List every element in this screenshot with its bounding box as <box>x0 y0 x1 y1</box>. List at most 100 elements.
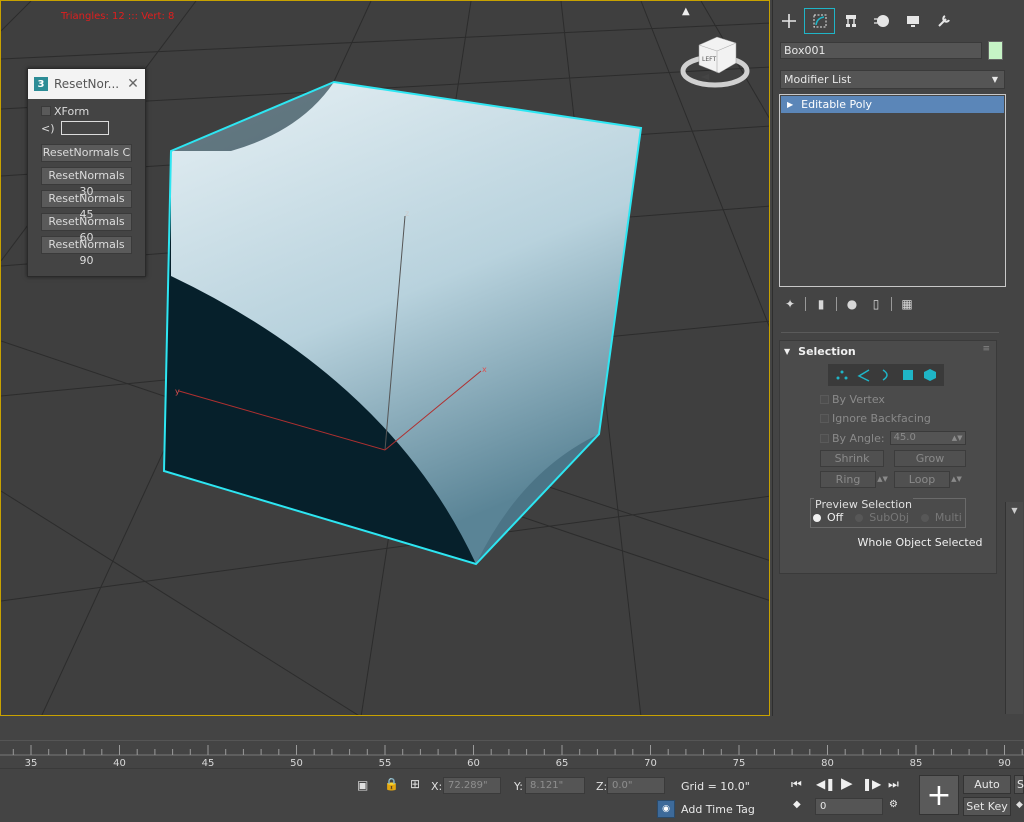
ignore-backfacing-option[interactable]: Ignore Backfacing <box>820 412 931 425</box>
current-frame-field[interactable]: 0 <box>815 798 883 815</box>
x-coord-field[interactable]: 72.289" <box>443 777 501 794</box>
modifier-stack[interactable]: ▶ Editable Poly <box>779 94 1006 287</box>
reset-normals-45-button[interactable]: ResetNormals 45 <box>41 190 132 221</box>
angle-input[interactable] <box>60 121 109 135</box>
x-coord-label: X: <box>431 780 443 793</box>
z-coord-label: Z: <box>596 780 608 793</box>
by-vertex-checkbox[interactable] <box>820 395 829 404</box>
go-to-end-icon[interactable]: ⏭ <box>888 777 899 792</box>
reset-normals-90-button[interactable]: ResetNormals 90 <box>41 236 132 267</box>
make-unique-icon[interactable]: ● <box>843 295 861 313</box>
ignore-backfacing-checkbox[interactable] <box>820 414 829 423</box>
play-icon[interactable]: ▶ <box>841 774 853 792</box>
ring-button[interactable]: Ring <box>820 471 876 488</box>
by-angle-option: By Angle: 45.0 ▲▼ <box>820 431 966 445</box>
max-app: z x y LEFT Triangles: 12 ::: Vert: 8 ▲ 3… <box>0 0 1024 822</box>
ring-spinner-icon[interactable]: ▲▼ <box>877 471 888 488</box>
subobj-label: SubObj <box>869 511 909 524</box>
previous-frame-icon[interactable]: ◀❚ <box>816 777 835 791</box>
command-panel: Box001 Modifier List ▼ ▶ Editable Poly ✦… <box>772 0 1024 716</box>
modify-icon[interactable] <box>804 8 835 34</box>
multi-radio[interactable] <box>920 513 929 522</box>
loop-button[interactable]: Loop <box>894 471 950 488</box>
modifier-list-label: Modifier List <box>784 73 852 86</box>
selected-dropdown-stub[interactable]: S <box>1014 775 1024 794</box>
display-icon[interactable] <box>897 8 928 34</box>
y-coord-field[interactable]: 8.121" <box>525 777 585 794</box>
motion-icon[interactable] <box>866 8 897 34</box>
set-key-button[interactable]: Set Key <box>963 797 1011 816</box>
loop-spinner-icon[interactable]: ▲▼ <box>951 471 962 488</box>
show-end-result-icon[interactable]: ▮ <box>812 295 830 313</box>
scroll-down-icon[interactable]: ▼ <box>1006 506 1023 515</box>
time-configuration-icon[interactable]: ⚙ <box>889 799 898 810</box>
reset-normals-30-button[interactable]: ResetNormals 30 <box>41 167 132 198</box>
utilities-icon[interactable] <box>928 8 959 34</box>
timeline-ruler[interactable]: 35 40 45 50 55 60 65 70 75 80 85 90 <box>0 740 1024 769</box>
stack-item-editable-poly[interactable]: ▶ Editable Poly <box>781 96 1004 113</box>
modifier-list-dropdown[interactable]: Modifier List ▼ <box>780 70 1005 89</box>
subobj-radio[interactable] <box>855 513 864 522</box>
remove-modifier-icon[interactable]: ▯ <box>867 295 885 313</box>
element-icon[interactable] <box>922 367 938 383</box>
panel-scrollbar[interactable]: ▼ <box>1005 502 1023 714</box>
selection-rollout-header[interactable]: ▼ Selection ≡ <box>780 341 996 361</box>
viewport-lock-icon[interactable]: ▲ <box>682 6 690 17</box>
xform-checkbox[interactable] <box>41 106 51 116</box>
off-label: Off <box>827 511 844 524</box>
off-radio[interactable] <box>813 513 821 522</box>
dialog-title: ResetNor... <box>54 77 120 91</box>
timeline-ticks: 35 40 45 50 55 60 65 70 75 80 85 90 <box>0 745 1024 769</box>
rollout-menu-icon[interactable]: ≡ <box>982 344 990 354</box>
chevron-down-icon: ▼ <box>991 75 998 84</box>
grid-size-label: Grid = 10.0" <box>681 780 750 793</box>
next-frame-icon[interactable]: ❚▶ <box>862 777 881 791</box>
shrink-button[interactable]: Shrink <box>820 450 884 467</box>
angle-prefix-label: <) <box>41 121 55 135</box>
pin-stack-icon[interactable]: ✦ <box>781 295 799 313</box>
hierarchy-icon[interactable] <box>835 8 866 34</box>
vertex-icon[interactable] <box>834 367 850 383</box>
selection-rollout: ▼ Selection ≡ By Vertex Ignore Backfacin… <box>779 340 997 574</box>
auto-key-button[interactable]: Auto Key <box>963 775 1011 808</box>
object-color-swatch[interactable] <box>988 41 1003 60</box>
key-mode-toggle-icon[interactable]: ◆ <box>793 799 801 810</box>
set-keys-icon[interactable]: + <box>919 775 959 815</box>
stack-toolbar: ✦ ▮ ● ▯ ▦ <box>781 295 922 313</box>
angle-spinner[interactable]: 45.0 ▲▼ <box>889 431 966 445</box>
absolute-mode-icon[interactable]: ⊞ <box>410 777 420 791</box>
polygon-icon[interactable] <box>900 367 916 383</box>
create-icon[interactable] <box>773 8 804 34</box>
viewcube-left-label: LEFT <box>702 56 716 63</box>
edge-icon[interactable] <box>856 367 872 383</box>
axis-y-label: y <box>175 387 180 396</box>
max-logo-icon: 3 <box>34 77 48 91</box>
viewcube-widget[interactable]: LEFT <box>680 36 750 88</box>
key-filters-icon[interactable]: ◆ <box>1016 800 1023 810</box>
box001-mesh[interactable] <box>162 80 643 566</box>
preview-radio-group: Off SubObj Multi <box>813 511 974 524</box>
expand-arrow-icon[interactable]: ▶ <box>787 96 793 113</box>
by-angle-checkbox[interactable] <box>820 433 829 443</box>
configure-modifier-sets-icon[interactable]: ▦ <box>898 295 916 313</box>
dialog-titlebar[interactable]: 3 ResetNor... ✕ <box>28 69 145 99</box>
xform-checkbox-row[interactable]: XForm <box>41 105 145 118</box>
perspective-viewport[interactable]: z x y LEFT Triangles: 12 ::: Vert: 8 ▲ 3… <box>0 0 770 716</box>
object-name-field[interactable]: Box001 <box>780 42 982 59</box>
z-coord-field[interactable]: 0.0" <box>607 777 665 794</box>
reset-normals-c-button[interactable]: ResetNormals C <box>41 144 132 162</box>
spinner-arrows-icon[interactable]: ▲▼ <box>952 432 963 444</box>
axis-x-label: x <box>482 365 487 374</box>
selection-lock-icon[interactable]: ▣ <box>357 778 368 792</box>
axis-z-label: z <box>405 209 409 218</box>
reset-normals-dialog: 3 ResetNor... ✕ XForm <) ResetNormals C … <box>27 68 146 277</box>
reset-normals-60-button[interactable]: ResetNormals 60 <box>41 213 132 244</box>
lock-icon[interactable]: 🔒 <box>384 777 399 791</box>
status-bar: ▣ 🔒 ⊞ X: 72.289" Y: 8.121" Z: 0.0" Grid … <box>0 768 1024 822</box>
go-to-start-icon[interactable]: ⏮ <box>791 777 802 792</box>
grow-button[interactable]: Grow <box>894 450 966 467</box>
border-icon[interactable] <box>878 367 894 383</box>
close-icon[interactable]: ✕ <box>121 76 145 92</box>
by-vertex-option[interactable]: By Vertex <box>820 393 885 406</box>
add-time-tag[interactable]: ◉ Add Time Tag <box>657 800 755 818</box>
